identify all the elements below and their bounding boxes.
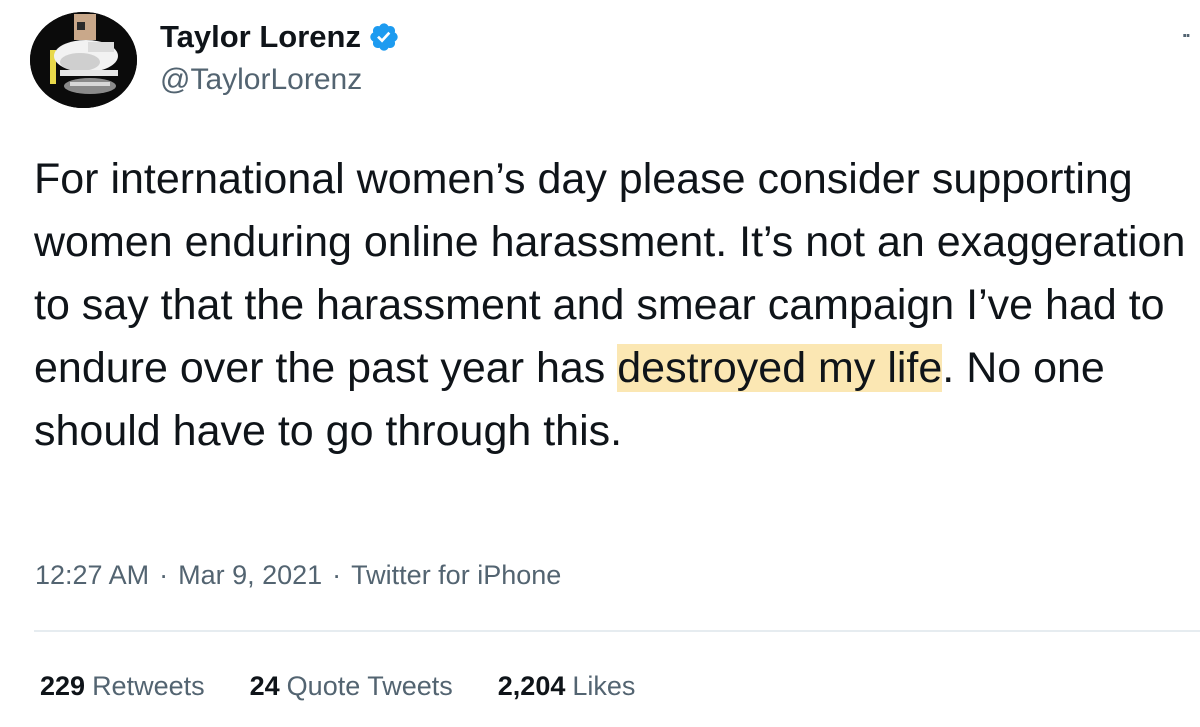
user-handle[interactable]: @TaylorLorenz bbox=[160, 62, 362, 98]
quote-tweets-stat[interactable]: 24 Quote Tweets bbox=[250, 668, 453, 704]
tweet-text: For international women’s day please con… bbox=[34, 148, 1194, 463]
meta-separator: · bbox=[332, 560, 342, 590]
likes-count: 2,204 bbox=[497, 671, 566, 701]
verified-badge-icon bbox=[368, 21, 400, 53]
tweet-meta: 12:27 AM · Mar 9, 2021 · Twitter for iPh… bbox=[35, 557, 561, 593]
meta-separator: · bbox=[159, 560, 169, 590]
quote-tweets-label: Quote Tweets bbox=[286, 671, 453, 701]
retweets-label: Retweets bbox=[92, 671, 205, 701]
profile-photo bbox=[30, 12, 137, 108]
tweet-card: Taylor Lorenz @TaylorLorenz ·· For inter… bbox=[0, 0, 1200, 727]
likes-stat[interactable]: 2,204 Likes bbox=[498, 668, 636, 704]
quote-tweets-count: 24 bbox=[249, 671, 280, 701]
tweet-time[interactable]: 12:27 AM bbox=[35, 557, 149, 593]
retweets-stat[interactable]: 229 Retweets bbox=[40, 668, 205, 704]
likes-label: Likes bbox=[572, 671, 636, 701]
more-options-icon[interactable]: ·· bbox=[1180, 20, 1192, 48]
engagement-stats: 229 Retweets 24 Quote Tweets 2,204 Likes bbox=[40, 668, 680, 704]
avatar[interactable] bbox=[30, 12, 137, 108]
retweets-count: 229 bbox=[40, 671, 86, 701]
user-name-row[interactable]: Taylor Lorenz bbox=[160, 18, 400, 56]
tweet-text-highlighted: destroyed my life bbox=[617, 344, 943, 392]
tweet-date[interactable]: Mar 9, 2021 bbox=[178, 557, 322, 593]
user-display-name[interactable]: Taylor Lorenz bbox=[160, 18, 361, 56]
divider bbox=[34, 630, 1200, 632]
tweet-source[interactable]: Twitter for iPhone bbox=[351, 557, 561, 593]
